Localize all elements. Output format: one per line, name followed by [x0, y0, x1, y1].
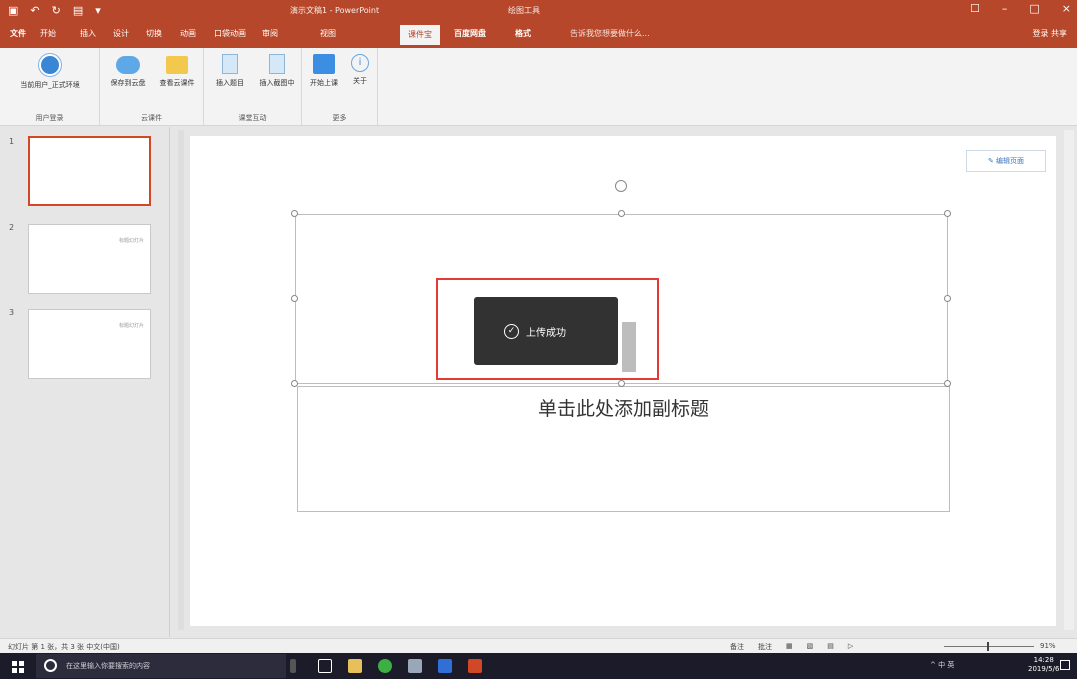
quick-access-toolbar: ▣ ↶ ↻ ▤ ▾ [8, 3, 101, 19]
system-tray[interactable]: ^ 中 英 [930, 660, 954, 670]
ribbon-group-user: 当前用户_正式环境 用户登录 [0, 48, 100, 126]
subtitle-text[interactable]: 单击此处添加副标题 [297, 394, 950, 421]
resize-handle[interactable] [944, 295, 951, 302]
window-title: 演示文稿1 - PowerPoint [290, 6, 380, 15]
slide-number: 3 [9, 308, 15, 317]
highlight-box [436, 278, 659, 380]
clock[interactable]: 14:28 2019/5/6 [1028, 656, 1059, 674]
slide-number: 2 [9, 223, 15, 232]
windows-start-icon[interactable] [12, 661, 24, 673]
tell-me-box[interactable]: 告诉我您想要做什么... [570, 28, 650, 39]
window-controls: ☐ – □ × [970, 2, 1071, 15]
reading-view-icon[interactable]: ▤ [827, 642, 834, 652]
slide-scrollbar[interactable] [1064, 130, 1074, 630]
start-class-icon [313, 54, 335, 74]
ribbon-display-button[interactable]: ☐ [970, 2, 980, 15]
user-button[interactable]: 当前用户_正式环境 [6, 54, 94, 90]
slideshow-icon[interactable]: ▷ [848, 642, 853, 652]
slide-status: 幻灯片 第 1 张，共 3 张 中文(中国) [8, 643, 120, 651]
slide-number: 1 [9, 137, 15, 146]
normal-view-icon[interactable]: ▦ [786, 642, 793, 652]
folder-icon [166, 56, 188, 74]
edit-page-button[interactable]: ✎ 编辑页面 [966, 150, 1046, 172]
ribbon-group-cloud: 保存到云盘 查看云课件 云课件 [100, 48, 204, 126]
present-icon[interactable]: ▤ [73, 3, 83, 19]
tab-file[interactable]: 文件 [10, 28, 26, 39]
insert-question-button[interactable]: 插入题目 [208, 54, 252, 88]
resize-handle[interactable] [944, 210, 951, 217]
cloud-folder-button[interactable]: 查看云课件 [152, 54, 202, 88]
slide-thumbnail-1[interactable] [28, 136, 151, 206]
resize-handle[interactable] [618, 380, 625, 387]
save-icon[interactable]: ▣ [8, 3, 18, 19]
cloud-save-button[interactable]: 保存到云盘 [104, 54, 152, 88]
question-doc-icon [222, 54, 238, 74]
signin-share[interactable]: 登录 共享 [1032, 28, 1067, 39]
notification-icon[interactable] [1060, 660, 1070, 670]
taskbar: 在这里输入你要搜索的内容 ^ 中 英 14:28 2019/5/6 [0, 653, 1077, 679]
tab-view[interactable]: 视图 [320, 28, 336, 39]
context-tab-label: 绘图工具 [508, 6, 540, 15]
screenshot-doc-icon [269, 54, 285, 74]
info-icon: i [351, 54, 369, 72]
title-bar: ▣ ↶ ↻ ▤ ▾ 演示文稿1 - PowerPoint 绘图工具 ☐ – □ … [0, 0, 1077, 22]
ribbon-group-more: 开始上课 i 关于 更多 [302, 48, 378, 126]
tab-insert[interactable]: 插入 [80, 28, 96, 39]
start-class-button[interactable]: 开始上课 [306, 54, 342, 88]
tab-ppt-live[interactable]: 口袋动画 [214, 28, 246, 39]
taskbar-search[interactable]: 在这里输入你要搜索的内容 [36, 654, 286, 678]
resize-handle[interactable] [291, 295, 298, 302]
tab-animations[interactable]: 动画 [180, 28, 196, 39]
zoom-slider[interactable] [944, 646, 1034, 647]
resize-handle[interactable] [291, 380, 298, 387]
tab-transitions[interactable]: 切换 [146, 28, 162, 39]
tab-format[interactable]: 格式 [515, 28, 531, 39]
file-explorer-icon[interactable] [348, 659, 362, 673]
comments-button[interactable]: 批注 [758, 642, 772, 652]
resize-handle[interactable] [291, 210, 298, 217]
rotate-handle[interactable] [615, 180, 627, 192]
minimize-button[interactable]: – [1002, 2, 1008, 15]
browser-icon[interactable] [378, 659, 392, 673]
slide-thumbnail-3[interactable]: 标题幻灯片 [28, 309, 151, 379]
slide-thumbnail-pane: 1 2 标题幻灯片 3 标题幻灯片 [0, 127, 170, 637]
task-view-icon[interactable] [318, 659, 332, 673]
tab-design[interactable]: 设计 [113, 28, 129, 39]
resize-handle[interactable] [618, 210, 625, 217]
redo-icon[interactable]: ↻ [52, 3, 61, 19]
ribbon-tabs: 文件 开始 插入 设计 切换 动画 口袋动画 审阅 视图 课件宝 百度网盘 格式… [0, 22, 1077, 48]
zoom-level[interactable]: 91% [1040, 642, 1056, 650]
insert-screenshot-button[interactable]: 插入截图中 [254, 54, 300, 88]
about-button[interactable]: i 关于 [346, 54, 374, 86]
zoom-slider-thumb[interactable] [987, 642, 989, 651]
customize-icon[interactable]: ▾ [95, 3, 101, 19]
thumbnail-scrollbar[interactable] [178, 130, 184, 630]
cloud-icon [116, 56, 140, 74]
tab-extra[interactable]: 百度网盘 [454, 28, 486, 39]
powerpoint-icon[interactable] [468, 659, 482, 673]
user-avatar-icon [39, 54, 61, 76]
undo-icon[interactable]: ↶ [30, 3, 39, 19]
status-bar: 幻灯片 第 1 张，共 3 张 中文(中国) 备注 批注 ▦ ▧ ▤ ▷ 91% [0, 638, 1077, 653]
ribbon-group-interact: 插入题目 插入截图中 课堂互动 [204, 48, 302, 126]
tab-review[interactable]: 审阅 [262, 28, 278, 39]
tab-active[interactable]: 课件宝 [400, 25, 440, 45]
mail-app-icon[interactable] [438, 659, 452, 673]
bird-app-icon[interactable] [408, 659, 422, 673]
close-button[interactable]: × [1062, 2, 1071, 15]
sorter-view-icon[interactable]: ▧ [807, 642, 814, 652]
ribbon: 当前用户_正式环境 用户登录 保存到云盘 查看云课件 云课件 插入题目 插入截图… [0, 48, 1077, 126]
resize-handle[interactable] [944, 380, 951, 387]
mic-icon[interactable] [290, 659, 296, 673]
notes-button[interactable]: 备注 [730, 642, 744, 652]
maximize-button[interactable]: □ [1029, 2, 1039, 15]
tab-home[interactable]: 开始 [40, 28, 56, 39]
slide-thumbnail-2[interactable]: 标题幻灯片 [28, 224, 151, 294]
cortana-icon [44, 659, 57, 672]
